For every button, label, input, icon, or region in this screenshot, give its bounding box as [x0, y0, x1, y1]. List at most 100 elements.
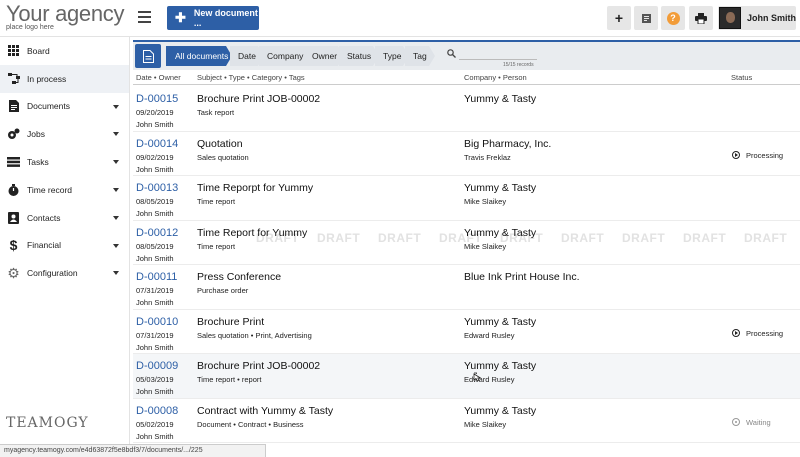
document-type: Time report • report — [197, 375, 262, 384]
search-icon[interactable] — [447, 49, 456, 58]
document-id[interactable]: D-00014 — [136, 138, 178, 150]
document-subject: Quotation — [197, 137, 243, 150]
help-button[interactable]: ? — [661, 6, 685, 30]
agency-logo[interactable]: Your agency place logo here — [6, 3, 125, 32]
document-id[interactable]: D-00015 — [136, 93, 178, 105]
table-row[interactable]: D-00009 05/03/2019 John Smith Brochure P… — [133, 354, 800, 399]
sidebar-item-configuration[interactable]: ⚙ Configuration — [0, 259, 129, 287]
document-owner: John Smith — [136, 387, 174, 396]
document-id[interactable]: D-00008 — [136, 405, 178, 417]
play-circle-icon — [732, 151, 740, 159]
status-bar-url: myagency.teamogy.com/e4d63872f5e8bdf3/7/… — [0, 444, 266, 457]
crumb-owner[interactable]: Owner — [304, 46, 344, 66]
sidebar-item-time-record[interactable]: Time record — [0, 176, 129, 204]
document-type: Time report — [197, 241, 236, 251]
add-button[interactable]: + — [607, 6, 631, 30]
draft-watermark: DRAFT — [378, 230, 422, 245]
document-company: Blue Ink Print House Inc. — [464, 271, 580, 283]
crumb-date[interactable]: Date — [230, 46, 264, 66]
sidebar-item-board[interactable]: Board — [0, 37, 129, 65]
caret-down-icon[interactable] — [113, 271, 119, 276]
document-company: Yummy & Tasty — [464, 182, 537, 194]
table-row[interactable]: D-00013 08/05/2019 John Smith Time Repor… — [133, 176, 800, 221]
document-type: Sales quotation • Print, Advertising — [197, 330, 312, 340]
document-company: Yummy & Tasty — [464, 226, 537, 239]
jobs-icon — [7, 128, 20, 141]
sidebar-item-label: Contacts — [27, 212, 61, 223]
tasks-icon — [7, 156, 20, 169]
records-count: 15/15 records — [503, 62, 534, 68]
sidebar-item-label: In process — [27, 73, 67, 84]
sidebar-item-label: Board — [27, 45, 50, 56]
status-badge: Processing — [732, 329, 783, 338]
plus-icon: ✚ — [175, 10, 186, 25]
caret-down-icon[interactable] — [113, 215, 119, 220]
sidebar-item-financial[interactable]: $ Financial — [0, 232, 129, 260]
documents-icon[interactable] — [135, 44, 161, 68]
table-row[interactable]: D-00011 07/31/2019 John Smith Press Conf… — [133, 265, 800, 310]
crumb-company[interactable]: Company — [259, 46, 310, 66]
user-menu-button[interactable]: John Smith — [718, 6, 796, 30]
document-owner: John Smith — [136, 164, 174, 174]
status-badge: Waiting — [732, 418, 771, 427]
help-icon: ? — [666, 11, 680, 25]
sidebar-item-label: Jobs — [27, 129, 45, 140]
sidebar-item-label: Configuration — [27, 268, 78, 279]
document-company: Yummy & Tasty — [464, 404, 537, 417]
document-owner: John Smith — [136, 342, 174, 352]
document-id[interactable]: D-00012 — [136, 227, 178, 239]
document-id[interactable]: D-00013 — [136, 182, 178, 194]
search-input[interactable] — [459, 59, 537, 60]
top-bar: Your agency place logo here ✚ New docume… — [0, 0, 800, 37]
sidebar-item-tasks[interactable]: Tasks — [0, 148, 129, 176]
table-row[interactable]: DRAFT DRAFT DRAFT DRAFT DRAFT DRAFT DRAF… — [133, 221, 800, 265]
document-type: Document • Contract • Business — [197, 419, 304, 429]
gear-icon: ⚙ — [7, 264, 20, 281]
workflow-icon — [7, 72, 20, 85]
draft-watermark: DRAFT — [744, 230, 788, 245]
menu-toggle-icon[interactable] — [138, 11, 151, 23]
caret-down-icon[interactable] — [113, 243, 119, 248]
sidebar-item-contacts[interactable]: Contacts — [0, 204, 129, 232]
header-status[interactable]: Status — [731, 73, 752, 82]
caret-down-icon[interactable] — [113, 104, 119, 109]
documents-table: D-00015 09/20/2019 John Smith Brochure P… — [133, 87, 800, 443]
sidebar-item-label: Documents — [27, 101, 70, 112]
header-date-owner[interactable]: Date • Owner — [136, 73, 181, 82]
crumb-all-documents[interactable]: All documents — [166, 46, 232, 66]
crumb-status[interactable]: Status — [339, 46, 379, 66]
grid-icon — [7, 44, 20, 57]
crumb-type[interactable]: Type — [375, 46, 409, 66]
sidebar-item-documents[interactable]: Documents — [0, 93, 129, 121]
sidebar-item-in-process[interactable]: In process — [0, 64, 129, 93]
print-button[interactable] — [689, 6, 713, 30]
document-date: 05/02/2019 — [136, 419, 174, 429]
table-row[interactable]: D-00014 09/02/2019 John Smith Quotation … — [133, 132, 800, 176]
sidebar-item-jobs[interactable]: Jobs — [0, 120, 129, 148]
document-person: Edward Rusley — [464, 375, 515, 384]
caret-down-icon[interactable] — [113, 132, 119, 137]
document-icon — [7, 100, 20, 113]
table-row[interactable]: D-00008 05/02/2019 John Smith Contract w… — [133, 399, 800, 443]
crumb-tag[interactable]: Tag — [405, 46, 435, 66]
document-owner: John Smith — [136, 298, 174, 307]
new-document-button[interactable]: ✚ New document ... — [167, 6, 259, 30]
notes-button[interactable] — [634, 6, 658, 30]
filter-bar: All documents Date Company Owner Status … — [133, 40, 800, 70]
document-owner: John Smith — [136, 209, 174, 218]
document-subject: Brochure Print — [197, 315, 265, 328]
table-row[interactable]: D-00015 09/20/2019 John Smith Brochure P… — [133, 87, 800, 132]
document-person: Mike Slaikey — [464, 197, 507, 206]
header-subject[interactable]: Subject • Type • Category • Tags — [197, 73, 305, 82]
header-company[interactable]: Company • Person — [464, 73, 527, 82]
document-person: Mike Slaikey — [464, 419, 507, 429]
document-date: 09/02/2019 — [136, 152, 174, 162]
status-label: Waiting — [746, 417, 771, 427]
document-id[interactable]: D-00011 — [136, 271, 177, 283]
document-id[interactable]: D-00009 — [136, 360, 178, 372]
play-circle-icon — [732, 329, 740, 337]
caret-down-icon[interactable] — [113, 187, 119, 192]
document-id[interactable]: D-00010 — [136, 316, 178, 328]
caret-down-icon[interactable] — [113, 160, 119, 165]
table-row[interactable]: D-00010 07/31/2019 John Smith Brochure P… — [133, 310, 800, 354]
